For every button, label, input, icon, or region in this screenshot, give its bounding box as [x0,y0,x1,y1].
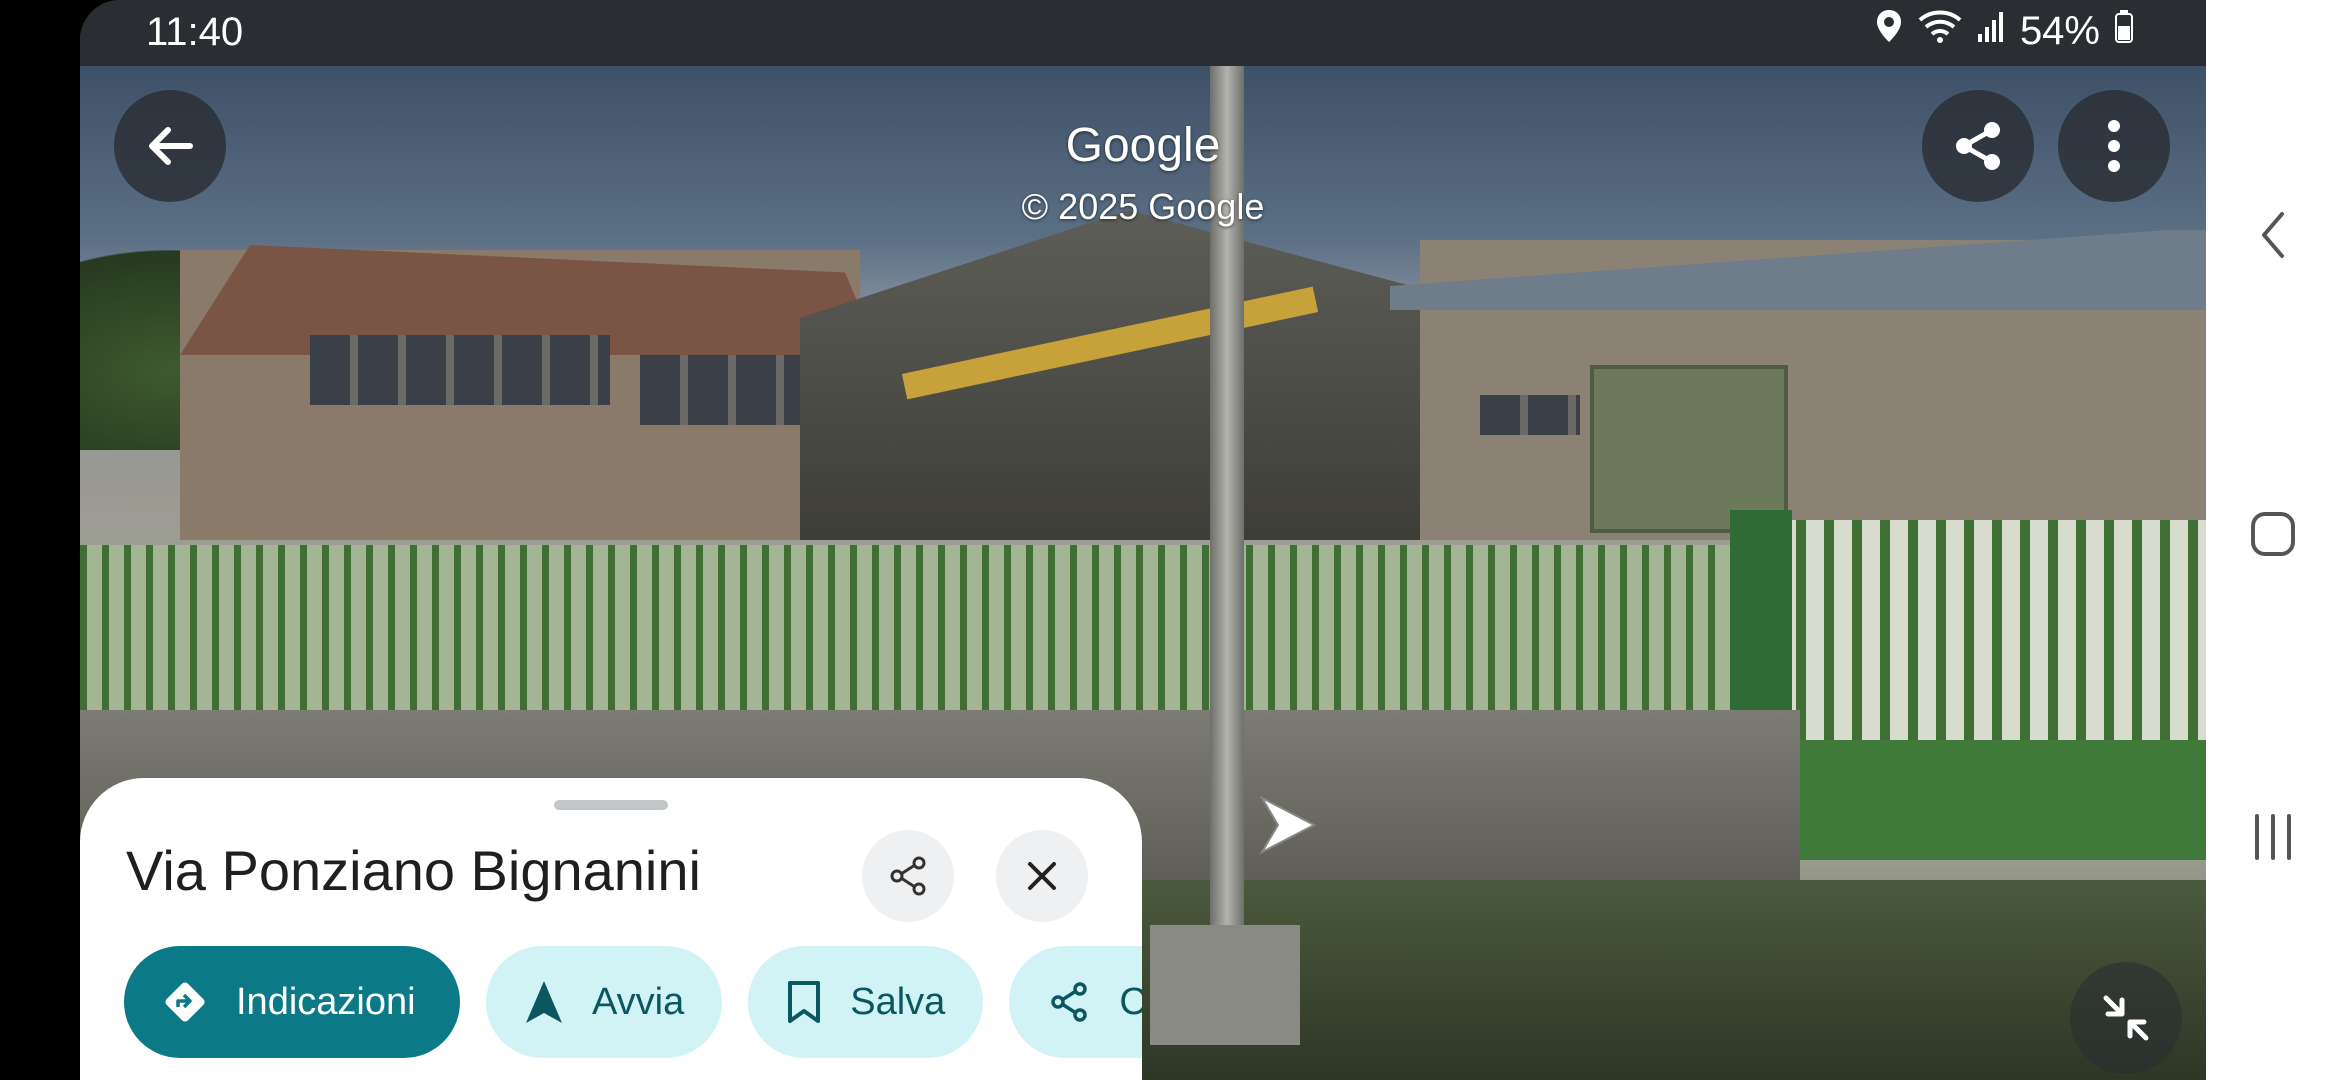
bookmark-icon [788,981,821,1023]
action-chips: Indicazioni Avvia Salva Condividi [124,946,1142,1058]
copyright-text: © 2025 Google [1021,186,1265,227]
nav-back-button[interactable] [2206,210,2340,260]
close-button[interactable] [996,830,1088,922]
place-bottom-sheet[interactable]: Via Ponziano Bignanini Indicazioni Avvia… [80,778,1142,1080]
collapse-icon [2103,995,2149,1041]
street-view-screen: 11:40 54% Google © 2025 Google Via Ponzi… [80,0,2206,1080]
pole-base [1150,925,1300,1045]
nav-recents-button[interactable] [2206,812,2340,862]
share-chip-button[interactable]: Condividi [1009,946,1142,1058]
green-wall [1800,740,2206,860]
back-icon [2262,212,2284,258]
battery-icon [2114,8,2134,54]
sheet-share-button[interactable] [862,830,954,922]
more-options-button[interactable] [2058,90,2170,202]
share-button[interactable] [1922,90,2034,202]
share-icon [1051,982,1088,1022]
more-vert-icon [2108,120,2120,172]
start-label: Avvia [592,980,685,1023]
share-icon [1956,122,2000,170]
window-row [310,335,610,405]
green-fence [80,545,1740,715]
save-label: Salva [850,980,946,1023]
system-navigation-bar [2206,0,2340,1080]
sheet-drag-handle[interactable] [554,800,668,810]
directions-label: Indicazioni [236,980,416,1023]
warehouse-door [1590,365,1788,533]
share-icon [890,856,926,896]
navigation-icon [526,981,562,1023]
directions-icon [165,982,205,1022]
status-time: 11:40 [146,10,244,54]
directions-button[interactable]: Indicazioni [124,946,460,1058]
place-title: Via Ponziano Bignanini [126,839,701,902]
window-row [1480,395,1580,435]
green-fence-right [1740,520,2206,740]
recents-icon [2255,814,2291,860]
save-button[interactable]: Salva [748,946,984,1058]
share-chip-label: Condividi [1119,980,1142,1023]
nav-home-button[interactable] [2206,510,2340,558]
start-button[interactable]: Avvia [486,946,723,1058]
street-view-forward-arrow-icon[interactable] [1252,790,1322,860]
status-icons: 54% [1874,8,2134,54]
location-icon [1874,8,1904,54]
home-icon [2251,512,2295,556]
wifi-icon [1918,8,1962,54]
google-watermark: Google [1065,119,1221,172]
status-bar: 11:40 54% [80,0,2206,66]
close-icon [1028,862,1056,890]
battery-percentage: 54% [2019,8,2100,53]
window-row [640,355,820,425]
signal-icon [1976,8,2006,54]
exit-fullscreen-button[interactable] [2070,962,2182,1074]
